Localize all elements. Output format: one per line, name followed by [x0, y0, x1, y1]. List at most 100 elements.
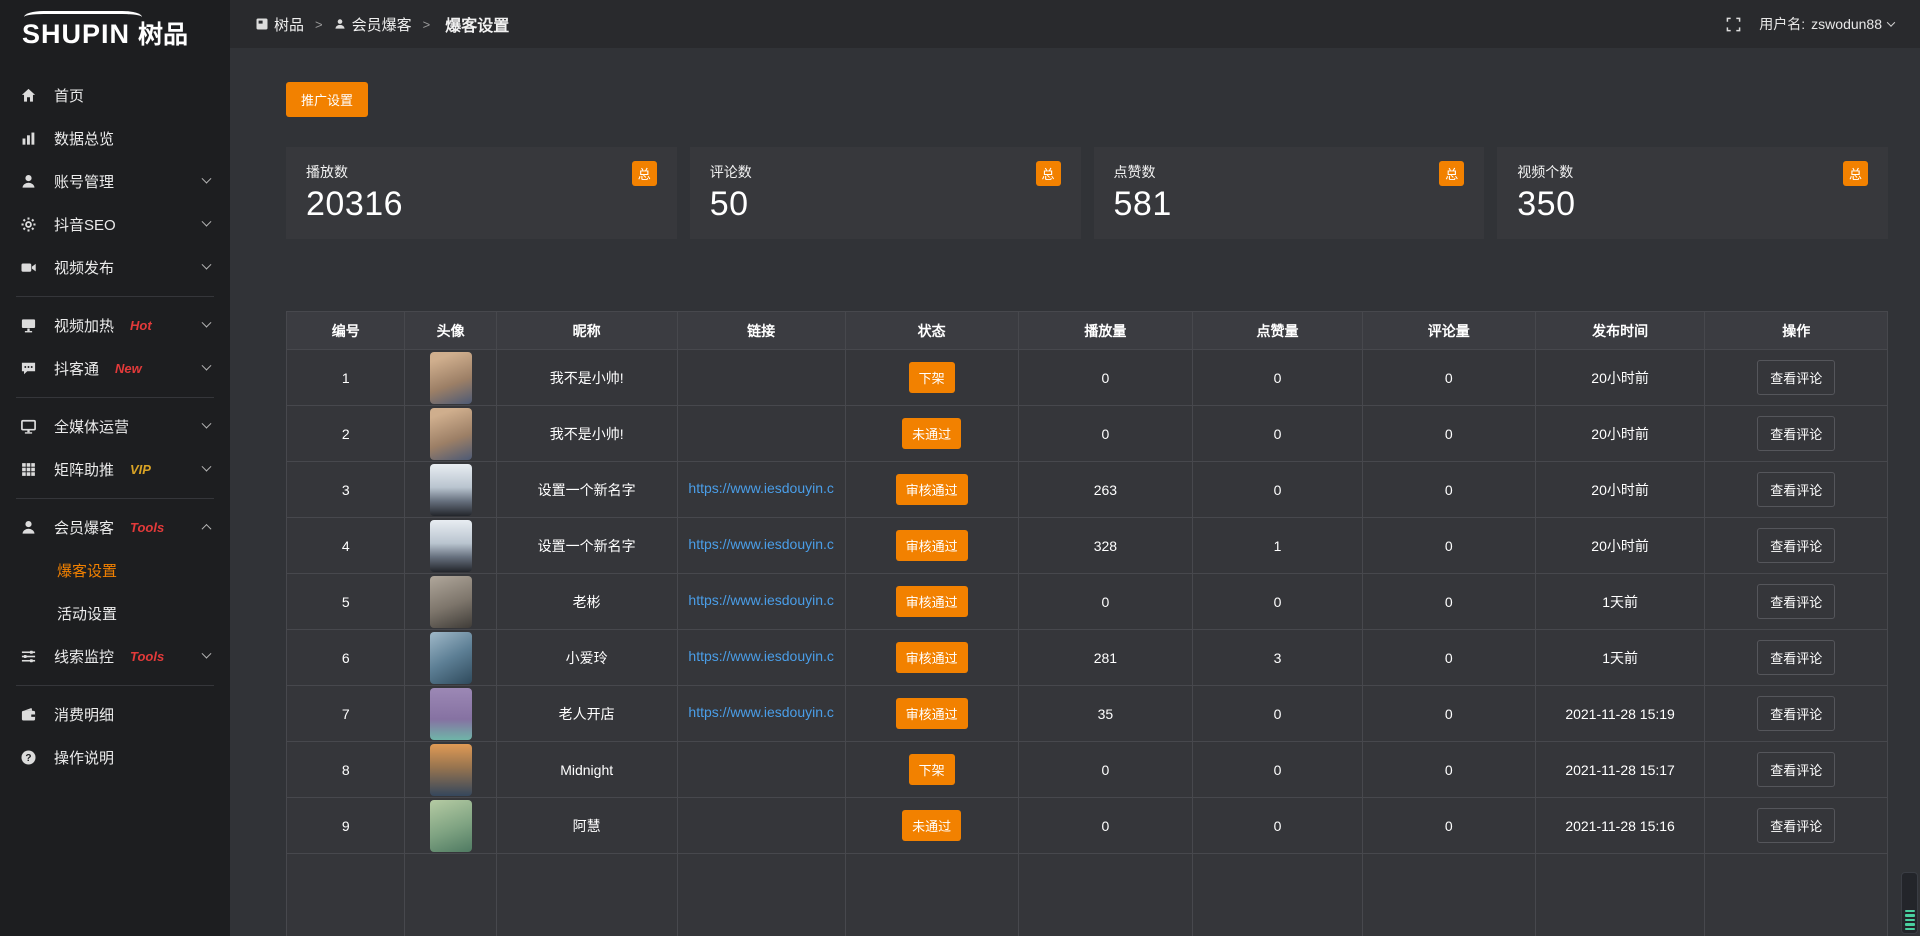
col-status: 状态 — [845, 312, 1018, 350]
cell-nickname: 设置一个新名字 — [496, 462, 677, 518]
cell-comments: 0 — [1362, 686, 1535, 742]
cell-avatar — [405, 574, 496, 630]
cell-actions: 查看评论 — [1705, 686, 1888, 742]
sidebar-subitem-baoke-settings[interactable]: 爆客设置 — [0, 549, 230, 592]
sidebar-item-video-heat[interactable]: 视频加热 Hot — [0, 304, 230, 347]
sidebar-item-account-management[interactable]: 账号管理 — [0, 160, 230, 203]
video-link[interactable]: https://www.iesdouyin.c — [688, 592, 834, 608]
cell-likes: 1 — [1193, 518, 1363, 574]
col-id: 编号 — [287, 312, 405, 350]
status-badge: 审核通过 — [896, 586, 968, 617]
cell-status: 未通过 — [845, 798, 1018, 854]
cell-actions: 查看评论 — [1705, 798, 1888, 854]
dashboard-icon — [256, 18, 268, 30]
video-link[interactable]: https://www.iesdouyin.c — [688, 704, 834, 720]
fullscreen-icon[interactable] — [1726, 17, 1741, 32]
sidebar-item-label: 视频加热 — [54, 315, 114, 336]
sidebar-item-data-overview[interactable]: 数据总览 — [0, 117, 230, 160]
green-bar — [1905, 919, 1915, 922]
cell-nickname: 老彬 — [496, 574, 677, 630]
view-comments-button[interactable]: 查看评论 — [1757, 752, 1835, 787]
breadcrumb-home[interactable]: 树品 — [256, 14, 304, 35]
logo[interactable]: SHUPIN 树品 — [0, 0, 230, 52]
view-comments-button[interactable]: 查看评论 — [1757, 696, 1835, 731]
logo-text-en: SHUPIN — [22, 11, 130, 48]
cell-publish-time: 2021-11-28 15:17 — [1535, 742, 1705, 798]
sidebar-subitem-activity-settings[interactable]: 活动设置 — [0, 592, 230, 635]
sidebar-item-douyin-seo[interactable]: 抖音SEO — [0, 203, 230, 246]
col-comments: 评论量 — [1362, 312, 1535, 350]
video-link[interactable]: https://www.iesdouyin.c — [688, 648, 834, 664]
chevron-down-icon — [1887, 18, 1895, 26]
user-menu[interactable]: 用户名: zswodun88 — [1759, 14, 1894, 34]
sidebar-item-douketong[interactable]: 抖客通 New — [0, 347, 230, 390]
view-comments-button[interactable]: 查看评论 — [1757, 416, 1835, 451]
table-row: 1 我不是小帅! 下架 0 0 0 20小时前 查看评论 — [287, 350, 1888, 406]
chevron-down-icon — [202, 260, 212, 270]
col-nickname: 昵称 — [496, 312, 677, 350]
view-comments-button[interactable]: 查看评论 — [1757, 472, 1835, 507]
promo-settings-button[interactable]: 推广设置 — [286, 82, 368, 117]
green-bar — [1905, 928, 1915, 931]
view-comments-button[interactable]: 查看评论 — [1757, 808, 1835, 843]
total-badge: 总 — [1843, 161, 1868, 186]
view-comments-button[interactable]: 查看评论 — [1757, 528, 1835, 563]
breadcrumb-section[interactable]: 会员爆客 — [334, 14, 412, 35]
table-row: 7 老人开店 https://www.iesdouyin.c 审核通过 35 0… — [287, 686, 1888, 742]
logo-arc-icon — [24, 11, 142, 23]
cell-status: 审核通过 — [845, 574, 1018, 630]
sidebar-item-label: 操作说明 — [54, 747, 114, 768]
cell-plays: 328 — [1018, 518, 1193, 574]
total-badge: 总 — [632, 161, 657, 186]
sidebar-item-label: 抖客通 — [54, 358, 99, 379]
cell-link — [677, 406, 845, 462]
sidebar-item-lead-monitor[interactable]: 线索监控 Tools — [0, 635, 230, 678]
stat-label: 点赞数 — [1114, 162, 1465, 182]
view-comments-button[interactable]: 查看评论 — [1757, 360, 1835, 395]
stat-value: 350 — [1517, 185, 1868, 224]
stat-value: 50 — [710, 185, 1061, 224]
table-row: 2 我不是小帅! 未通过 0 0 0 20小时前 查看评论 — [287, 406, 1888, 462]
cell-nickname: 阿慧 — [496, 798, 677, 854]
chevron-down-icon — [202, 361, 212, 371]
sidebar-item-member-baoke[interactable]: 会员爆客 Tools — [0, 506, 230, 549]
cell-avatar — [405, 742, 496, 798]
cell-nickname: 老人开店 — [496, 686, 677, 742]
video-camera-icon — [20, 259, 37, 276]
logo-brand-cn: 树品 — [138, 22, 188, 48]
cell-nickname: 小爱玲 — [496, 630, 677, 686]
home-icon — [20, 87, 37, 104]
sidebar-item-label: 全媒体运营 — [54, 416, 129, 437]
cell-status: 审核通过 — [845, 686, 1018, 742]
sidebar-item-spending-details[interactable]: 消费明细 — [0, 693, 230, 736]
sidebar-item-all-media[interactable]: 全媒体运营 — [0, 405, 230, 448]
cell-comments: 0 — [1362, 350, 1535, 406]
cell-actions: 查看评论 — [1705, 630, 1888, 686]
video-link[interactable]: https://www.iesdouyin.c — [688, 480, 834, 496]
breadcrumb-label: 树品 — [274, 14, 304, 35]
sidebar-item-home[interactable]: 首页 — [0, 74, 230, 117]
cell-actions: 查看评论 — [1705, 406, 1888, 462]
chevron-down-icon — [202, 649, 212, 659]
cell-comments: 0 — [1362, 630, 1535, 686]
cell-link — [677, 350, 845, 406]
view-comments-button[interactable]: 查看评论 — [1757, 584, 1835, 619]
cell-publish-time: 2021-11-28 15:19 — [1535, 686, 1705, 742]
cell-comments: 0 — [1362, 742, 1535, 798]
cell-plays: 35 — [1018, 686, 1193, 742]
table-partial-row-container — [287, 854, 1888, 936]
sidebar-item-instructions[interactable]: ? 操作说明 — [0, 736, 230, 779]
sidebar-item-matrix-boost[interactable]: 矩阵助推 VIP — [0, 448, 230, 491]
sidebar-item-label: 矩阵助推 — [54, 459, 114, 480]
user-icon — [334, 18, 346, 30]
cell-publish-time: 20小时前 — [1535, 350, 1705, 406]
grid-icon — [20, 461, 37, 478]
floating-widget[interactable] — [1901, 872, 1918, 934]
cell-id: 7 — [287, 686, 405, 742]
sidebar-item-video-publish[interactable]: 视频发布 — [0, 246, 230, 289]
svg-text:?: ? — [25, 753, 31, 764]
view-comments-button[interactable]: 查看评论 — [1757, 640, 1835, 675]
avatar — [430, 632, 472, 684]
video-link[interactable]: https://www.iesdouyin.c — [688, 536, 834, 552]
stat-label: 评论数 — [710, 162, 1061, 182]
